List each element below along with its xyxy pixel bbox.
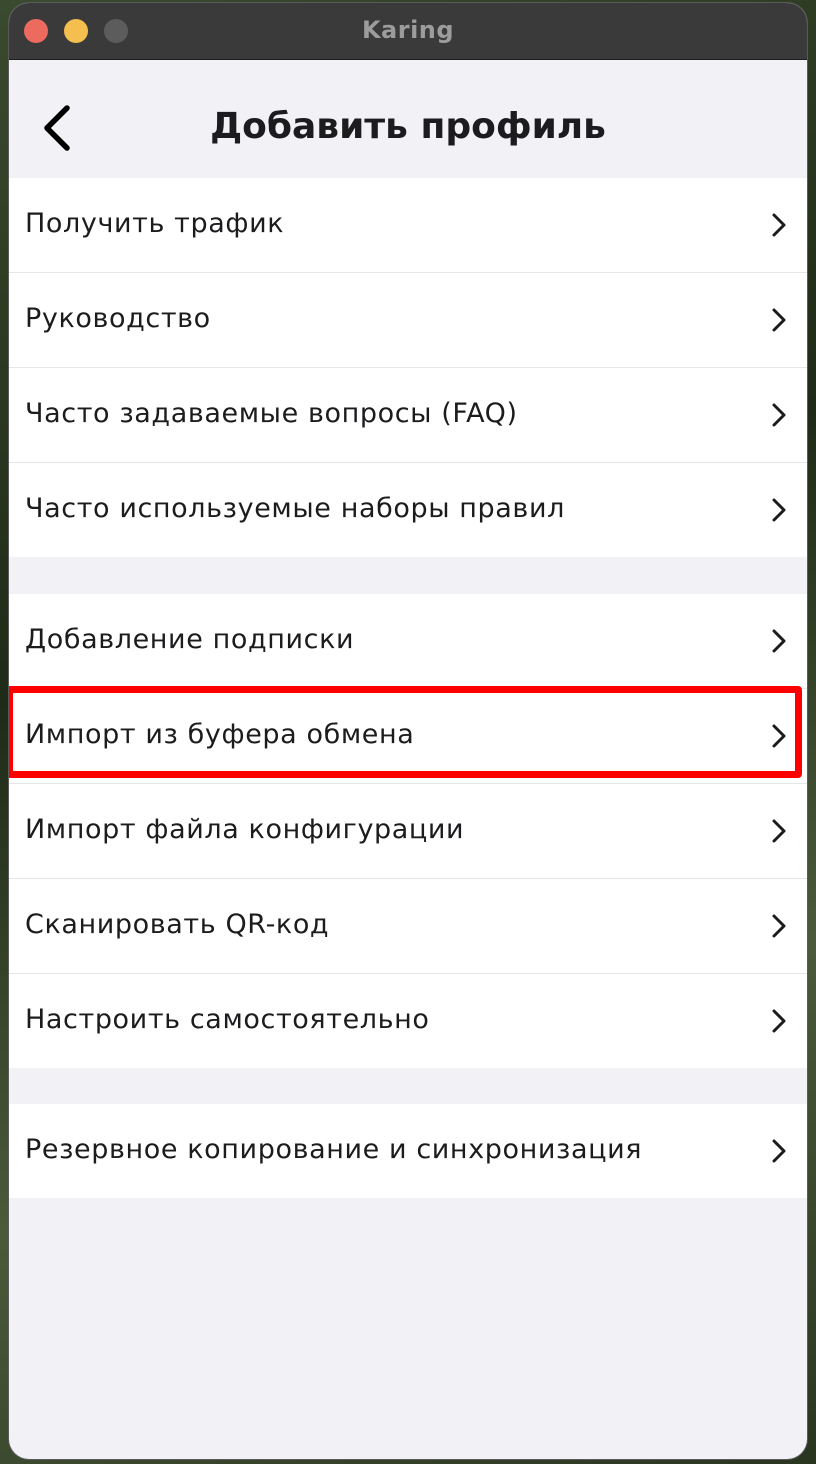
list-item-label: Часто задаваемые вопросы (FAQ) (25, 398, 518, 429)
list-item-manual-setup[interactable]: Настроить самостоятельно (9, 974, 807, 1068)
list-item-add-subscription[interactable]: Добавление подписки (9, 594, 807, 689)
title-bar: Karing (9, 3, 807, 60)
chevron-right-icon (772, 914, 786, 938)
chevron-right-icon (772, 498, 786, 522)
window-title: Karing (361, 16, 455, 44)
page-header: Добавить профиль (9, 60, 807, 178)
list-item-get-traffic[interactable]: Получить трафик (9, 178, 807, 273)
list-item-label: Получить трафик (25, 208, 285, 239)
list-item-rule-sets[interactable]: Часто используемые наборы правил (9, 463, 807, 557)
chevron-right-icon (772, 819, 786, 843)
settings-group-help: Получить трафик Руководство Часто задава… (9, 178, 807, 557)
chevron-right-icon (772, 724, 786, 748)
app-window: Karing Добавить профиль Получить трафик … (9, 3, 807, 1459)
list-item-label: Добавление подписки (25, 624, 355, 655)
chevron-right-icon (772, 1139, 786, 1163)
list-item-label: Настроить самостоятельно (25, 1004, 430, 1035)
list-item-label: Часто используемые наборы правил (25, 493, 565, 524)
chevron-right-icon (772, 308, 786, 332)
list-item-guide[interactable]: Руководство (9, 273, 807, 368)
list-item-import-config-file[interactable]: Импорт файла конфигурации (9, 784, 807, 879)
settings-group-backup: Резервное копирование и синхронизация (9, 1104, 807, 1198)
settings-group-import: Добавление подписки Импорт из буфера обм… (9, 594, 807, 1068)
list-item-import-clipboard[interactable]: Импорт из буфера обмена (9, 689, 807, 784)
list-item-label: Импорт файла конфигурации (25, 814, 465, 845)
chevron-right-icon (772, 629, 786, 653)
page-title: Добавить профиль (210, 106, 606, 147)
list-item-label: Импорт из буфера обмена (25, 719, 415, 750)
list-item-label: Руководство (25, 303, 211, 334)
list-item-faq[interactable]: Часто задаваемые вопросы (FAQ) (9, 368, 807, 463)
list-item-label: Сканировать QR-код (25, 909, 330, 940)
chevron-right-icon (772, 1009, 786, 1033)
list-item-scan-qr[interactable]: Сканировать QR-код (9, 879, 807, 974)
chevron-right-icon (772, 403, 786, 427)
list-item-label: Резервное копирование и синхронизация (25, 1134, 643, 1165)
list-item-backup-sync[interactable]: Резервное копирование и синхронизация (9, 1104, 807, 1198)
chevron-right-icon (772, 213, 786, 237)
